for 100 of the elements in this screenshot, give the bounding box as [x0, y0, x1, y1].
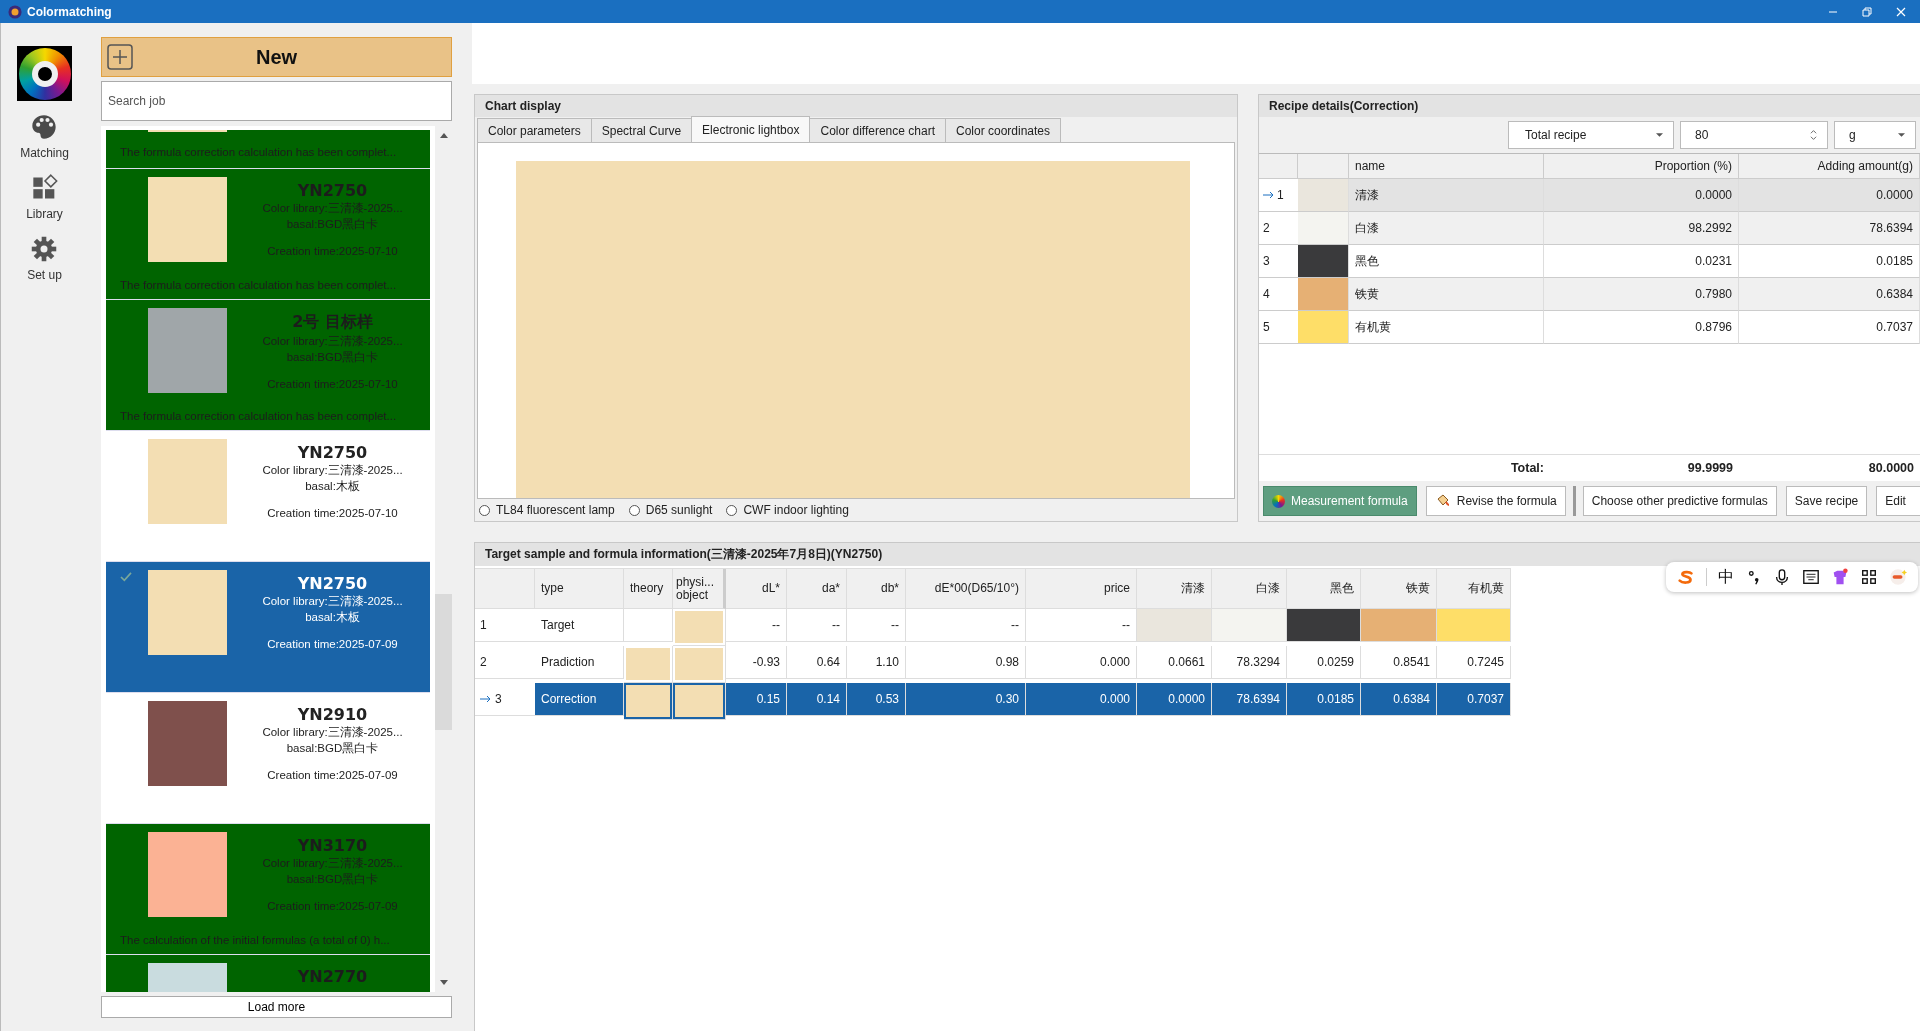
- creation-time: Creation time:2025-07-09: [267, 899, 398, 914]
- column-header: 有机黄: [1437, 569, 1511, 609]
- table-cell: 0.8541: [1361, 646, 1437, 679]
- close-icon[interactable]: [1896, 6, 1906, 17]
- table-cell: 0.0231: [1544, 245, 1739, 278]
- column-header: Adding amount(g): [1739, 154, 1920, 179]
- action-button[interactable]: Save recipe: [1785, 486, 1868, 516]
- unit-dropdown[interactable]: g: [1834, 121, 1916, 149]
- column-header: name: [1349, 154, 1544, 179]
- revise-formula-button[interactable]: Revise the formula: [1425, 486, 1566, 516]
- job-title: YN2750: [297, 181, 368, 200]
- tab[interactable]: Electronic lightbox: [691, 116, 811, 142]
- color-wheel-logo: [17, 46, 72, 101]
- load-more-button[interactable]: Load more: [101, 996, 452, 1018]
- scroll-up-icon[interactable]: [439, 132, 448, 138]
- job-title: YN2910: [297, 705, 368, 724]
- table-cell: 0.15: [726, 683, 787, 716]
- nav-item[interactable]: Set up: [27, 235, 62, 282]
- color-library: Color library:三清漆-2025...: [262, 856, 403, 871]
- action-button[interactable]: Edit: [1876, 486, 1920, 516]
- table-cell: 0.0661: [1137, 646, 1212, 679]
- table-cell: 78.3294: [1212, 646, 1287, 679]
- table-cell[interactable]: Pradiction: [535, 646, 624, 679]
- table-cell: 1.10: [847, 646, 906, 679]
- table-cell: 铁黄: [1349, 278, 1544, 311]
- recipe-mode-dropdown[interactable]: Total recipe: [1508, 121, 1674, 149]
- radio-option[interactable]: CWF indoor lighting: [726, 503, 849, 517]
- amount-spinner[interactable]: 80: [1680, 121, 1828, 149]
- check-icon: [120, 572, 132, 582]
- creation-time: Creation time:2025-07-10: [267, 506, 398, 521]
- column-header: db*: [847, 569, 906, 609]
- arrow-icon: [480, 695, 492, 703]
- tab[interactable]: Spectral Curve: [590, 118, 693, 142]
- new-button[interactable]: New: [101, 37, 452, 77]
- caret-icon: [1656, 133, 1663, 137]
- table-cell: 98.2992: [1544, 212, 1739, 245]
- table-cell: -0.93: [726, 646, 787, 679]
- table-cell: 0.7980: [1544, 278, 1739, 311]
- mascot-icon[interactable]: [1888, 568, 1907, 586]
- grid-icon: [30, 174, 59, 202]
- column-header: 清漆: [1137, 569, 1212, 609]
- table-cell: --: [1026, 609, 1137, 642]
- basal-text: basal:木板: [305, 610, 360, 625]
- color-library: Color library:三清漆-2025...: [262, 725, 403, 740]
- table-cell: 0.000: [1026, 646, 1137, 679]
- column-header: physi... object: [673, 569, 726, 609]
- table-cell: 0.64: [787, 646, 847, 679]
- spinner-arrows-icon: [1810, 129, 1817, 141]
- search-field[interactable]: Search job: [101, 81, 452, 121]
- caret-icon: [1898, 133, 1905, 137]
- table-cell: 78.6394: [1739, 212, 1920, 245]
- column-header: type: [535, 569, 624, 609]
- arrow-icon: [1263, 191, 1275, 199]
- nav-item[interactable]: Matching: [20, 113, 69, 160]
- table-cell: 78.6394: [1212, 683, 1287, 716]
- color-library: Color library:三清漆-2025...: [262, 594, 403, 609]
- s-logo-icon[interactable]: [1677, 568, 1696, 586]
- nav-item[interactable]: Library: [26, 174, 63, 221]
- radio-option[interactable]: D65 sunlight: [628, 503, 713, 517]
- creation-time: Creation time:2025-07-09: [267, 768, 398, 783]
- scroll-down-icon[interactable]: [439, 980, 448, 986]
- job-card[interactable]: YN2750 Color library:三清漆-2025... basal:木板 Creation time:2025-07-09: [106, 562, 430, 693]
- status-message: The formula correction calculation has been complet...: [119, 279, 398, 291]
- tab[interactable]: Color parameters: [477, 118, 592, 142]
- job-title: YN2750: [297, 443, 368, 462]
- color-library: Color library:三清漆-2025...: [262, 201, 403, 216]
- color-ball-icon: [1272, 494, 1285, 508]
- table-cell: 0.0000: [1544, 179, 1739, 212]
- tab[interactable]: Color coordinates: [945, 118, 1062, 142]
- input-mode-toggle[interactable]: 中: [1717, 566, 1734, 588]
- column-header: da*: [787, 569, 847, 609]
- table-cell: 0.7245: [1437, 646, 1511, 679]
- basal-text: basal:BGD黑白卡: [286, 350, 379, 365]
- restore-icon[interactable]: [1862, 6, 1872, 17]
- table-cell: 0.0185: [1287, 683, 1361, 716]
- table-cell: 0.8796: [1544, 311, 1739, 344]
- job-title: YN3170: [297, 836, 368, 855]
- column-header: Proportion (%): [1544, 154, 1739, 179]
- radio-button[interactable]: [726, 504, 738, 516]
- table-cell[interactable]: Correction: [535, 683, 624, 716]
- status-message: The formula correction calculation has been complet...: [119, 410, 398, 422]
- table-cell: 白漆: [1349, 212, 1544, 245]
- radio-button[interactable]: [628, 504, 640, 516]
- action-button[interactable]: Choose other predictive formulas: [1582, 486, 1777, 516]
- tab[interactable]: Color difference chart: [809, 118, 946, 142]
- app-icon: [8, 4, 22, 19]
- keyboard-icon[interactable]: [1802, 568, 1821, 586]
- table-cell[interactable]: Target: [535, 609, 624, 642]
- color-library: Color library:三清漆-2025...: [262, 334, 403, 349]
- radio-button[interactable]: [479, 504, 490, 516]
- grid-icon[interactable]: [1859, 568, 1878, 586]
- total-label: Total:: [1509, 461, 1544, 475]
- color-library: Color library:三清漆-2025...: [262, 463, 403, 478]
- plus-icon: [107, 44, 133, 70]
- table-cell: 0.0185: [1739, 245, 1920, 278]
- radio-option[interactable]: TL84 fluorescent lamp: [479, 503, 615, 517]
- status-message: The calculation of the initial formulas (a total of 0) h...: [119, 934, 391, 946]
- total-proportion: 99.9999: [1686, 461, 1734, 475]
- creation-time: Creation time:2025-07-09: [267, 637, 398, 652]
- scroll-thumb[interactable]: [435, 594, 452, 730]
